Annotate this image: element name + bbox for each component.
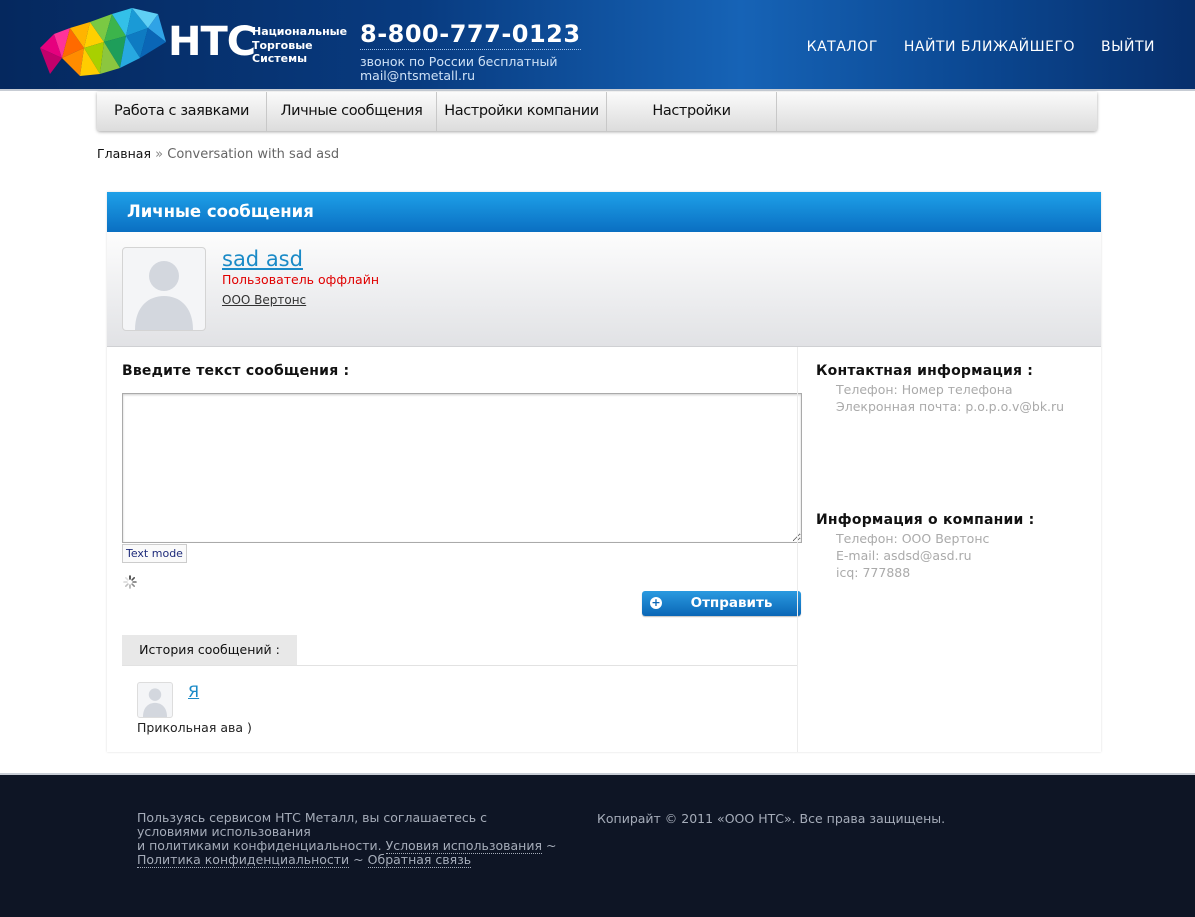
history-avatar[interactable] xyxy=(137,682,173,718)
profile-status: Пользователь оффлайн xyxy=(222,272,379,287)
loading-spinner-icon xyxy=(123,575,137,589)
profile-company-link[interactable]: ООО Вертонс xyxy=(222,293,306,307)
menu-item-company-settings[interactable]: Настройки компании xyxy=(437,92,607,131)
breadcrumb-separator: » xyxy=(155,147,164,162)
feedback-link[interactable]: Обратная связь xyxy=(367,852,472,868)
contact-info-title: Контактная информация : xyxy=(816,363,1034,379)
logo-tagline-line: Системы xyxy=(252,52,308,65)
compose-column: Введите текст сообщения : Text mode + От… xyxy=(107,347,802,752)
history-message-text: Прикольная ава ) xyxy=(137,720,252,735)
user-silhouette-icon xyxy=(135,261,193,330)
contact-email: Элекронная почта: p.o.p.o.v@bk.ru xyxy=(836,399,1065,414)
profile-name-link[interactable]: sad asd xyxy=(222,247,303,271)
phone-number[interactable]: 8-800-777-0123 xyxy=(360,20,581,50)
message-label: Введите текст сообщения : xyxy=(122,363,350,379)
site-footer: Пользуясь сервисом НТС Металл, вы соглаш… xyxy=(0,773,1195,917)
top-nav: КАТАЛОГ НАЙТИ БЛИЖАЙШЕГО ВЫЙТИ xyxy=(807,39,1155,55)
logo-tagline-line: Национальные xyxy=(252,25,348,38)
footer-terms: Пользуясь сервисом НТС Металл, вы соглаш… xyxy=(137,810,557,868)
text-mode-toggle[interactable]: Text mode xyxy=(122,544,187,563)
breadcrumb: Главная » Conversation with sad asd xyxy=(97,146,339,162)
info-column: Контактная информация : Телефон: Номер т… xyxy=(797,347,1102,752)
breadcrumb-current: Conversation with sad asd xyxy=(167,147,340,162)
avatar[interactable] xyxy=(122,247,206,331)
contact-phone: Телефон: Номер телефона xyxy=(836,382,1013,397)
footer-separator: ~ xyxy=(353,852,364,867)
company-info-title: Информация о компании : xyxy=(816,512,1035,528)
history-tab[interactable]: История сообщений : xyxy=(122,635,297,665)
logo-wordmark[interactable]: НТС xyxy=(168,20,256,64)
company-icq: icq: 777888 xyxy=(836,565,911,580)
menu-item-messages[interactable]: Личные сообщения xyxy=(267,92,437,131)
footer-terms-text: Пользуясь сервисом НТС Металл, вы соглаш… xyxy=(137,810,487,839)
logo-tagline: Национальные Торговые Системы xyxy=(252,25,347,66)
main-menu: Работа с заявками Личные сообщения Настр… xyxy=(97,92,1097,131)
logo-mosaic-icon[interactable] xyxy=(40,8,168,80)
footer-separator: ~ xyxy=(545,838,557,853)
profile-card: sad asd Пользователь оффлайн ООО Вертонс xyxy=(107,232,1101,347)
nav-catalog-link[interactable]: КАТАЛОГ xyxy=(807,39,878,55)
send-button-label: Отправить xyxy=(690,595,773,611)
contact-note: звонок по России бесплатный mail@ntsmeta… xyxy=(360,55,558,83)
send-button[interactable]: + Отправить xyxy=(642,591,801,616)
nav-find-nearest-link[interactable]: НАЙТИ БЛИЖАЙШЕГО xyxy=(904,39,1075,55)
user-silhouette-icon xyxy=(142,688,168,717)
history-author-link[interactable]: Я xyxy=(188,682,199,701)
site-header: НТС Национальные Торговые Системы 8-800-… xyxy=(0,0,1195,91)
footer-copyright: Копирайт © 2011 «ООО НТС». Все права защ… xyxy=(597,811,946,826)
phone-note: звонок по России бесплатный xyxy=(360,54,558,69)
panel-title: Личные сообщения xyxy=(107,192,1101,232)
logo-tagline-line: Торговые xyxy=(252,38,313,52)
nav-logout-link[interactable]: ВЫЙТИ xyxy=(1101,39,1155,55)
footer-terms-text-2: и политиками конфиденциальности. xyxy=(137,838,382,853)
privacy-link[interactable]: Политика конфиденциальности xyxy=(137,852,350,868)
menu-item-settings[interactable]: Настройки xyxy=(607,92,777,131)
company-email: E-mail: asdsd@asd.ru xyxy=(836,548,972,563)
header-email[interactable]: mail@ntsmetall.ru xyxy=(360,69,558,83)
messages-panel: Личные сообщения sad asd Пользователь оф… xyxy=(107,192,1101,752)
breadcrumb-home-link[interactable]: Главная xyxy=(97,146,151,161)
plus-icon: + xyxy=(650,596,662,609)
company-phone: Телефон: ООО Вертонс xyxy=(836,531,990,546)
message-textarea[interactable] xyxy=(122,393,802,543)
history-divider xyxy=(122,665,798,666)
menu-item-requests[interactable]: Работа с заявками xyxy=(97,92,267,131)
